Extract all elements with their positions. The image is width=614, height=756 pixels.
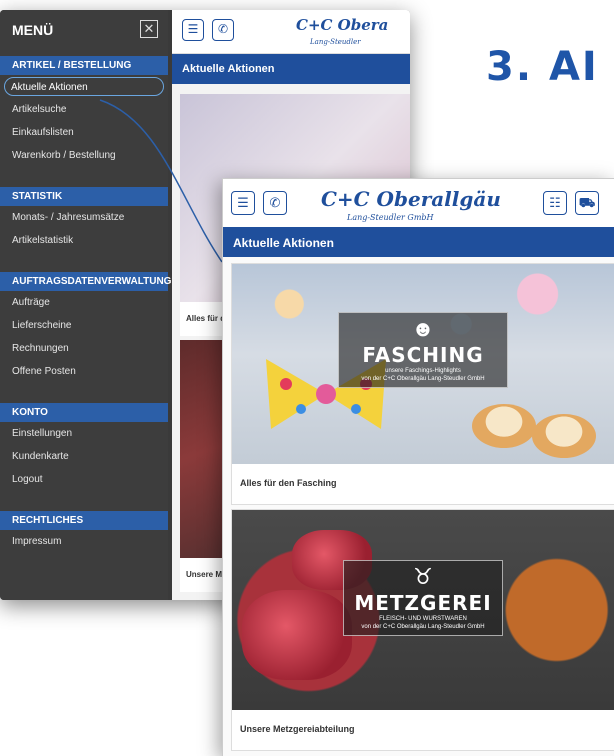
menu-icon[interactable]: ☰ xyxy=(231,191,255,215)
menu-item-auftraege[interactable]: Aufträge xyxy=(0,291,168,314)
promo-card-metzgerei[interactable]: ♉ METZGEREI FLEISCH- UND WURSTWAREN von … xyxy=(231,509,614,751)
badge-subtitle: FLEISCH- UND WURSTWAREN xyxy=(379,616,467,622)
badge-subtitle-company: von der C+C Oberallgäu Lang-Steudler Gmb… xyxy=(361,376,485,382)
menu-section-statistik: STATISTIK xyxy=(0,187,168,206)
badge-title: METZGEREI xyxy=(354,591,492,615)
donut-decoration xyxy=(472,404,536,448)
menu-item-artikelsuche[interactable]: Artikelsuche xyxy=(0,98,168,121)
phone-aktionen-screenshot: ☰ ✆ C+C Oberallgäu Lang-Steudler GmbH ☷ … xyxy=(222,178,614,756)
logo-subtitle: Lang-Steudler xyxy=(310,38,361,46)
promo-caption: Alles für den Fasching xyxy=(240,478,337,488)
menu-item-lieferscheine[interactable]: Lieferscheine xyxy=(0,314,168,337)
close-icon[interactable]: ✕ xyxy=(140,20,158,38)
section-title-bar: Aktuelle Aktionen xyxy=(223,227,614,257)
badge-subtitle-company: von der C+C Oberallgäu Lang-Steudler Gmb… xyxy=(361,624,485,630)
menu-item-rechnungen[interactable]: Rechnungen xyxy=(0,337,168,360)
badge-title: FASCHING xyxy=(362,343,484,367)
phone-icon[interactable]: ✆ xyxy=(263,191,287,215)
list-icon[interactable]: ☷ xyxy=(543,191,567,215)
menu-item-aktuelle-aktionen[interactable]: Aktuelle Aktionen xyxy=(4,77,164,96)
back-top-bar: ☰ ✆ C+C Obera Lang-Steudler xyxy=(172,10,410,54)
side-menu: MENÜ ✕ ARTIKEL / BESTELLUNG Aktuelle Akt… xyxy=(0,10,171,600)
section-title-bar: Aktuelle Aktionen xyxy=(172,54,410,84)
menu-item-artikelstatistik[interactable]: Artikelstatistik xyxy=(0,229,168,252)
meat-decoration xyxy=(242,590,352,680)
menu-spacer xyxy=(0,167,168,185)
menu-header: MENÜ ✕ xyxy=(0,10,168,54)
menu-section-rechtliches: RECHTLICHES xyxy=(0,511,168,530)
page-heading: 3. AI xyxy=(486,44,599,90)
metzgerei-badge: ♉ METZGEREI FLEISCH- UND WURSTWAREN von … xyxy=(343,560,503,636)
top-bar: ☰ ✆ C+C Oberallgäu Lang-Steudler GmbH ☷ … xyxy=(223,179,614,227)
phone-icon[interactable]: ✆ xyxy=(212,19,234,41)
menu-item-einstellungen[interactable]: Einstellungen xyxy=(0,422,168,445)
mask-icon: ☻ xyxy=(411,316,435,341)
menu-item-logout[interactable]: Logout xyxy=(0,468,168,491)
promo-caption: Unsere Metzgereiabteilung xyxy=(240,724,355,734)
menu-section-auftragsdaten: AUFTRAGSDATENVERWALTUNG xyxy=(0,272,171,291)
logo-subtitle: Lang-Steudler GmbH xyxy=(347,213,434,222)
promo-card-fasching[interactable]: ☻ FASCHING unsere Faschings-Highlights v… xyxy=(231,263,614,505)
menu-item-warenkorb[interactable]: Warenkorb / Bestellung xyxy=(0,144,168,167)
donut-decoration xyxy=(532,414,596,458)
menu-item-offene-posten[interactable]: Offene Posten xyxy=(0,360,168,383)
menu-title: MENÜ xyxy=(12,22,54,38)
logo: C+C Oberallgäu xyxy=(321,187,501,211)
menu-section-konto: KONTO xyxy=(0,403,168,422)
promo-image-metzgerei: ♉ METZGEREI FLEISCH- UND WURSTWAREN von … xyxy=(232,510,614,710)
promo-image-fasching: ☻ FASCHING unsere Faschings-Highlights v… xyxy=(232,264,614,464)
menu-section-artikel: ARTIKEL / BESTELLUNG xyxy=(0,56,168,75)
logo: C+C Obera xyxy=(296,16,389,34)
menu-item-einkaufslisten[interactable]: Einkaufslisten xyxy=(0,121,168,144)
menu-spacer xyxy=(0,491,168,509)
cow-icon: ♉ xyxy=(413,564,433,589)
menu-spacer xyxy=(0,252,168,270)
badge-subtitle: unsere Faschings-Highlights xyxy=(385,368,461,374)
menu-item-umsaetze[interactable]: Monats- / Jahresumsätze xyxy=(0,206,168,229)
menu-icon[interactable]: ☰ xyxy=(182,19,204,41)
fasching-badge: ☻ FASCHING unsere Faschings-Highlights v… xyxy=(338,312,508,388)
menu-spacer xyxy=(0,383,168,401)
menu-item-impressum[interactable]: Impressum xyxy=(0,530,168,553)
cart-icon[interactable]: ⛟ xyxy=(575,191,599,215)
menu-item-kundenkarte[interactable]: Kundenkarte xyxy=(0,445,168,468)
